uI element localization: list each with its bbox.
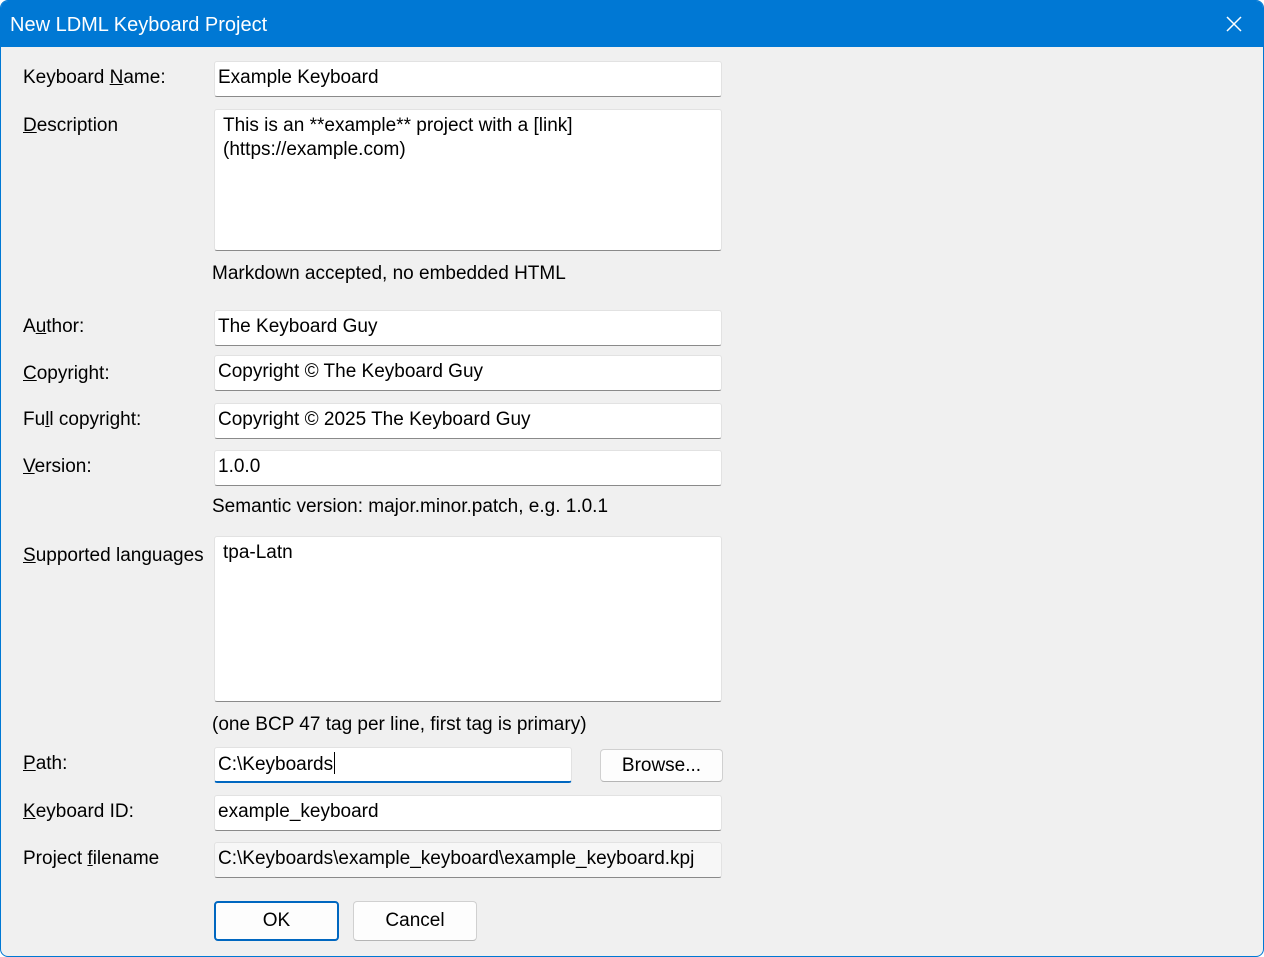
keyboard-id-field[interactable]: example_keyboard — [214, 795, 722, 831]
path-label: Path: — [23, 753, 68, 774]
text-caret — [334, 752, 336, 774]
full-copyright-label: Full copyright: — [23, 409, 142, 430]
version-label: Version: — [23, 456, 92, 477]
cancel-button[interactable]: Cancel — [353, 901, 477, 941]
keyboard-id-label: Keyboard ID: — [23, 801, 134, 822]
path-field[interactable]: C:\Keyboards — [214, 747, 572, 783]
close-button[interactable] — [1205, 1, 1263, 47]
description-label: Description — [23, 115, 119, 136]
project-filename-label: Project filename — [23, 848, 160, 869]
dialog-window: New LDML Keyboard Project Keyboard Name:… — [0, 0, 1264, 957]
description-hint: Markdown accepted, no embedded HTML — [212, 263, 566, 284]
supported-languages-label: Supported languages — [23, 545, 204, 566]
title-bar[interactable]: New LDML Keyboard Project — [1, 1, 1263, 47]
author-field[interactable]: The Keyboard Guy — [214, 310, 722, 346]
version-field[interactable]: 1.0.0 — [214, 450, 722, 486]
close-icon — [1226, 16, 1242, 32]
full-copyright-field[interactable]: Copyright © 2025 The Keyboard Guy — [214, 403, 722, 439]
keyboard-name-label: Keyboard Name: — [23, 67, 166, 88]
copyright-label: Copyright: — [23, 363, 110, 384]
project-filename-field[interactable]: C:\Keyboards\example_keyboard\example_ke… — [214, 842, 722, 878]
keyboard-name-field[interactable]: Example Keyboard — [214, 61, 722, 97]
copyright-field[interactable]: Copyright © The Keyboard Guy — [214, 355, 722, 391]
ok-button[interactable]: OK — [214, 901, 339, 941]
supported-languages-field[interactable]: tpa-Latn — [214, 536, 722, 702]
description-field[interactable]: This is an **example** project with a [l… — [214, 109, 722, 251]
browse-button[interactable]: Browse... — [600, 749, 723, 782]
supported-languages-hint: (one BCP 47 tag per line, first tag is p… — [212, 714, 587, 735]
author-label: Author: — [23, 316, 85, 337]
window-title: New LDML Keyboard Project — [10, 14, 268, 36]
version-hint: Semantic version: major.minor.patch, e.g… — [212, 496, 609, 517]
